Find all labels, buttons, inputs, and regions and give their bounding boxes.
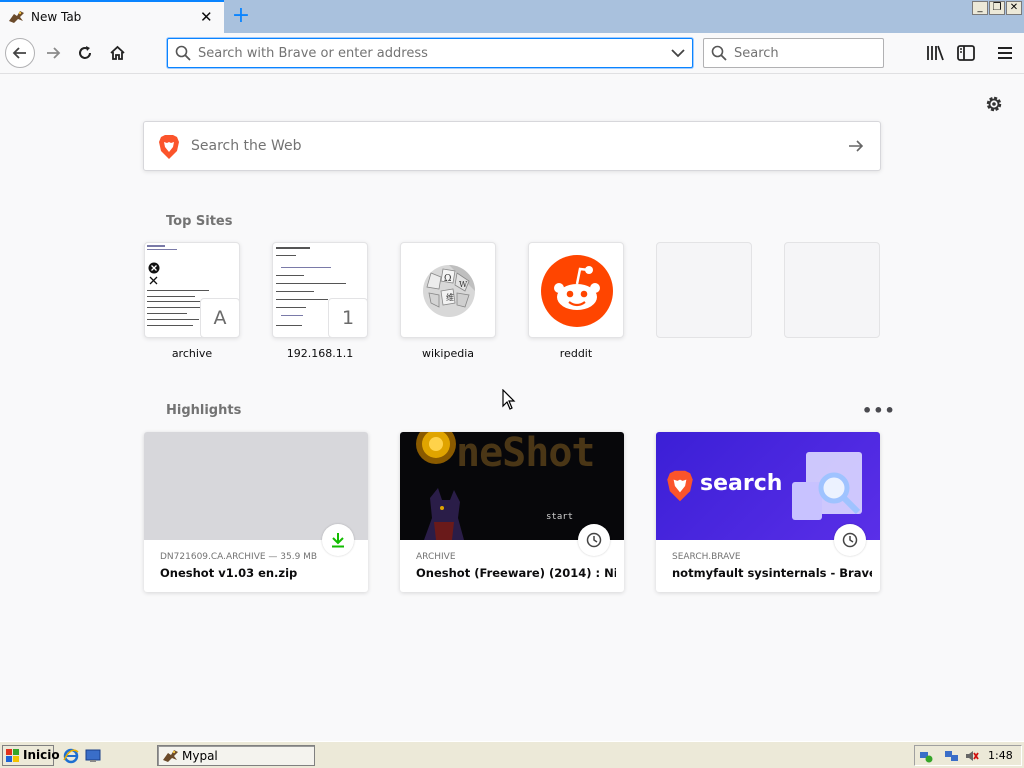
highlights-menu-button[interactable]: ••• [862,401,896,420]
top-site-label: reddit [559,347,593,360]
reload-button[interactable] [70,38,100,68]
brave-lion-icon [667,470,693,502]
highlight-card[interactable]: neShot start ARCHIVE Oneshot (Freeware) … [400,432,624,592]
clock-icon [842,532,858,548]
site-thumbnail: 1 [272,242,368,338]
empty-site-placeholder [656,242,752,338]
start-button[interactable]: Inicio [2,745,60,766]
reload-icon [79,46,91,59]
top-sites-title: Top Sites [166,214,233,229]
taskbar-item-mypal[interactable]: Mypal [157,745,315,766]
card-title: notmyfault sysinternals - Brave ... [672,566,872,580]
forward-arrow-icon [47,47,61,59]
web-search-placeholder: Search the Web [191,138,302,154]
oneshot-sun-icon [416,432,456,464]
top-site-label: archive [171,347,213,360]
minimize-button[interactable]: _ [972,1,988,15]
taskbar-item-label: Mypal [182,749,218,763]
oneshot-start-text: start [546,512,574,522]
brave-search-logo-text: search [700,471,783,496]
tab-new-tab[interactable]: New Tab ✕ [0,0,224,33]
start-label: Inicio [23,748,60,762]
search-icon [175,45,191,61]
internet-explorer-icon[interactable] [63,748,79,764]
web-search-box[interactable]: Search the Web [143,121,881,171]
tab-strip: New Tab ✕ + _ ❐ ✕ [0,0,1024,33]
history-badge [834,524,866,556]
site-thumbnail: Ω W 维 [400,242,496,338]
highlight-card[interactable]: DN721609.CA.ARCHIVE — 35.9 MB Oneshot v1… [144,432,368,592]
card-title: Oneshot v1.03 en.zip [160,566,298,580]
clock-icon [586,532,602,548]
system-tray: 1:48 [914,745,1022,766]
mypal-icon [163,750,178,762]
home-icon [109,45,125,60]
maximize-button[interactable]: ❐ [989,1,1005,15]
svg-text:W: W [459,280,468,289]
svg-text:维: 维 [446,292,454,302]
niko-character-icon [424,488,464,540]
download-icon [332,533,344,548]
highlights-title: Highlights [166,403,242,418]
close-circle-icon [148,262,160,274]
back-arrow-icon [12,47,26,59]
close-tab-icon[interactable]: ✕ [200,8,213,26]
card-source: ARCHIVE [416,552,456,562]
top-site-label: wikipedia [421,347,474,360]
top-site-empty-slot[interactable] [784,242,880,338]
network-icon[interactable] [919,749,933,763]
top-site-reddit[interactable]: reddit [528,242,624,360]
menu-icon[interactable] [995,43,1015,63]
search-bar[interactable]: Search [703,38,884,68]
top-site-archive[interactable]: A archive [144,242,240,360]
library-icon[interactable] [925,43,945,63]
top-site-wikipedia[interactable]: Ω W 维 wikipedia [400,242,496,360]
volume-muted-icon[interactable] [965,749,979,763]
tab-title: New Tab [31,10,82,24]
sidebar-icon[interactable] [956,43,976,63]
arrow-right-icon[interactable] [847,137,865,155]
magnifier-illustration-icon [818,472,861,515]
highlight-card[interactable]: search SEARCH.BRAVE notmyfault sysintern… [656,432,880,592]
taskbar-clock: 1:48 [988,749,1013,762]
card-source: SEARCH.BRAVE [672,552,741,562]
site-thumbnail: A [144,242,240,338]
mouse-cursor-icon [502,389,516,410]
top-site-empty-slot[interactable] [656,242,752,338]
wikipedia-globe-icon: Ω W 维 [423,265,475,317]
close-window-button[interactable]: ✕ [1006,1,1022,15]
back-button[interactable] [5,38,35,68]
windows-flag-icon [6,749,19,762]
brave-lion-icon [159,135,179,159]
windows-taskbar: Inicio Mypal 1:48 [0,741,1024,768]
card-source: DN721609.CA.ARCHIVE — 35.9 MB [160,552,318,562]
top-site-label: 192.168.1.1 [286,347,354,360]
history-badge [578,524,610,556]
address-bar-placeholder: Search with Brave or enter address [198,46,428,61]
download-badge [322,524,354,556]
forward-button[interactable] [38,38,68,68]
search-icon [711,45,727,61]
show-desktop-icon[interactable] [85,748,101,764]
navigation-toolbar: Search with Brave or enter address Searc… [0,33,1024,74]
empty-site-placeholder [784,242,880,338]
card-title: Oneshot (Freeware) (2014) : Nig... [416,566,616,580]
mypal-icon [9,11,24,23]
site-letter-badge: 1 [328,298,367,337]
gear-icon[interactable] [984,94,1004,114]
site-letter-badge: A [200,298,239,337]
top-site-router[interactable]: 1 192.168.1.1 [272,242,368,360]
chevron-down-icon[interactable] [671,47,685,59]
search-bar-placeholder: Search [734,46,779,61]
home-button[interactable] [102,38,132,68]
network-connection-icon[interactable] [945,749,959,763]
reddit-icon [541,255,613,327]
oneshot-logo-text: neShot [456,432,595,476]
svg-text:Ω: Ω [444,274,451,284]
address-bar[interactable]: Search with Brave or enter address [167,38,693,68]
site-thumbnail [528,242,624,338]
new-tab-button[interactable]: + [230,3,252,29]
close-icon [149,276,158,285]
